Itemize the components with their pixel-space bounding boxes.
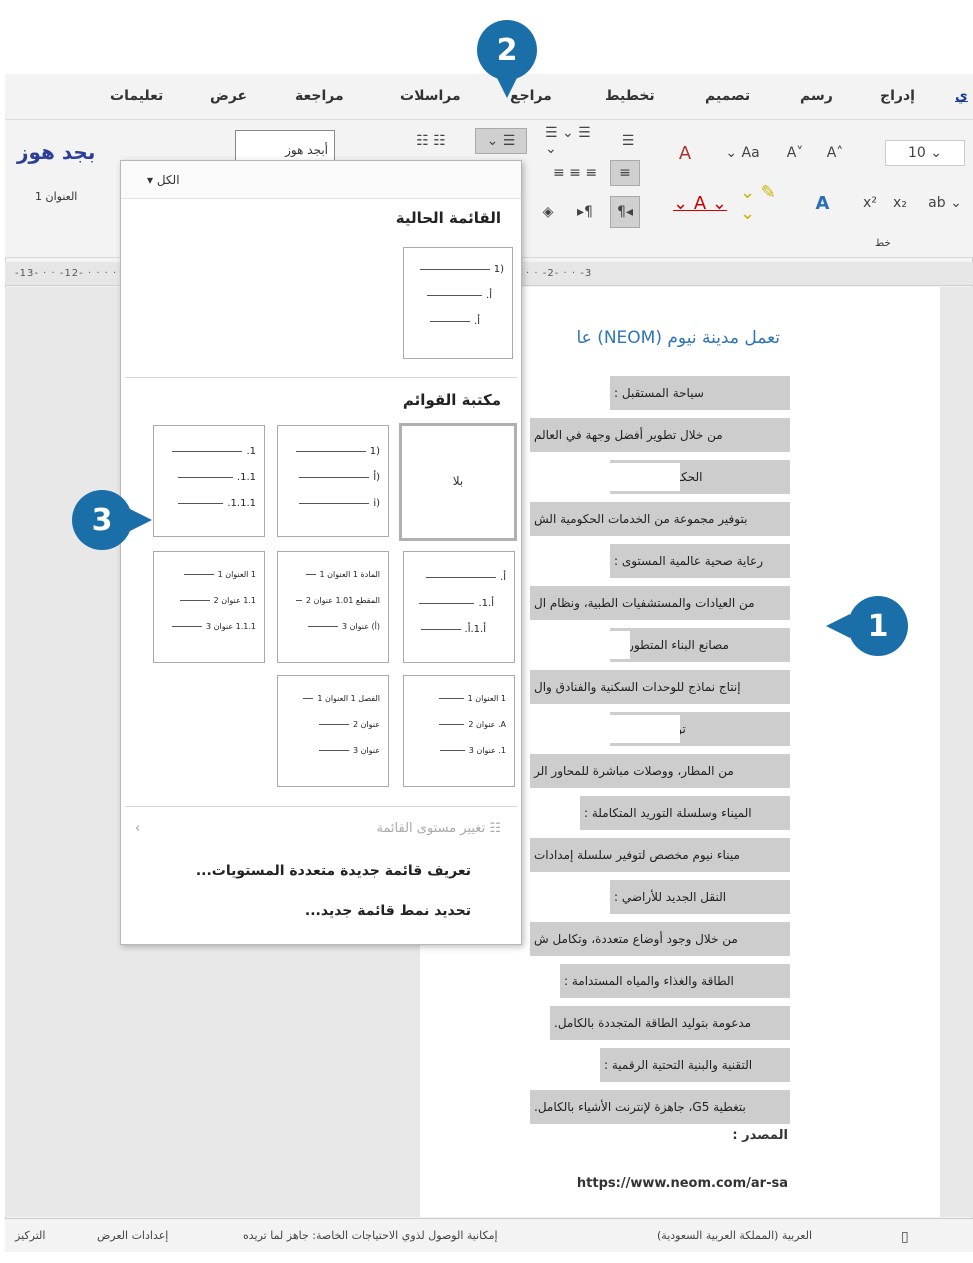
clear-format-icon[interactable]: A [665, 140, 705, 166]
list-thumb-arabic[interactable]: أ. أ.1. أ.1.أ. [403, 551, 515, 663]
book-icon[interactable]: ▯ [901, 1229, 909, 1245]
strikethrough-icon[interactable]: ab ⌄ [925, 190, 965, 216]
callout-3: 3 [72, 490, 152, 550]
status-accessibility[interactable]: إمكانية الوصول لذوي الاحتياجات الخاصة: ج… [243, 1229, 498, 1242]
document-line[interactable]: مصانع البناء المتطورة : [610, 628, 790, 662]
document-line[interactable]: بتوفير مجموعة من الخدمات الحكومية الش [530, 502, 790, 536]
align-icons[interactable]: ≡ ≡ ≡ [545, 160, 605, 186]
document-line[interactable]: التقنية والبنية التحتية الرقمية : [600, 1048, 790, 1082]
style-preview-1[interactable]: بجد هوز [17, 140, 95, 164]
text-effects-icon[interactable]: A [805, 190, 840, 216]
style-caption: العنوان 1 [35, 190, 78, 203]
subscript-icon[interactable]: x₂ [885, 190, 915, 216]
document-line[interactable]: من خلال وجود أوضاع متعددة، وتكامل ش [530, 922, 790, 956]
define-multilevel-list[interactable]: تعريف قائمة جديدة متعددة المستويات... [196, 863, 471, 879]
document-line[interactable]: بتغطية G5، جاهزة لإنترنت الأشياء بالكامل… [530, 1090, 790, 1124]
source-label: المصدر : [732, 1128, 788, 1143]
document-line[interactable]: إنتاج نماذج للوحدات السكنية والفنادق وال [530, 670, 790, 704]
tab-draw[interactable]: رسم [800, 88, 833, 104]
blank-space [520, 715, 680, 743]
blank-space [520, 547, 610, 575]
group-font-label: خط [875, 238, 891, 249]
status-bar: ▯ العربية (المملكة العربية السعودية) إمك… [5, 1218, 973, 1252]
filter-dropdown[interactable]: ▾ الكل [147, 173, 180, 187]
blank-space [520, 883, 600, 911]
document-line[interactable]: من العيادات والمستشفيات الطبية، ونظام ال [530, 586, 790, 620]
list-library-title: مكتبة القوائم [402, 391, 501, 409]
document-heading[interactable]: تعمل مدينة نيوم (NEOM) عا [576, 328, 780, 348]
tab-review[interactable]: مراجعة [295, 88, 344, 104]
change-case-icon[interactable]: ⌄ Aa [715, 140, 770, 166]
change-list-level: ☷ تغيير مستوى القائمة [376, 821, 501, 836]
list-none-label: بلا [452, 474, 464, 488]
list-thumb-paren[interactable]: (1 (أ (i [277, 425, 389, 537]
tab-view[interactable]: عرض [210, 88, 247, 104]
callout-1: 1 [826, 596, 908, 656]
blank-space [520, 463, 680, 491]
ltr-direction-icon[interactable]: ▸¶ [570, 196, 600, 228]
shrink-font-icon[interactable]: A˅ [780, 140, 810, 166]
tab-design[interactable]: تصميم [705, 88, 750, 104]
document-line[interactable]: من المطار، ووصلات مباشرة للمحاور الر [530, 754, 790, 788]
tab-home[interactable]: ي [955, 88, 968, 104]
tab-insert[interactable]: إدراج [880, 88, 915, 104]
document-line[interactable]: الطاقة والغذاء والمياه المستدامة : [560, 964, 790, 998]
document-line[interactable]: رعاية صحية عالمية المستوى : [610, 544, 790, 578]
status-focus[interactable]: التركيز [15, 1229, 45, 1242]
list-thumb-decimal[interactable]: 1. 1.1. 1.1.1. [153, 425, 265, 537]
grow-font-icon[interactable]: A˄ [815, 140, 855, 166]
filter-label: الكل [156, 173, 180, 187]
list-thumb-heading-alpha[interactable]: 1 العنوان 1 A. عنوان 2 1. عنوان 3 [403, 675, 515, 787]
document-line[interactable]: مدعومة بتوليد الطاقة المتجددة بالكامل. [550, 1006, 790, 1040]
tab-layout[interactable]: تخطيط [605, 88, 655, 104]
status-display-settings[interactable]: إعدادات العرض [97, 1229, 168, 1242]
blank-space [520, 799, 570, 827]
list-thumb-chapter[interactable]: الفصل 1 العنوان 1 عنوان 2 عنوان 3 [277, 675, 389, 787]
rtl-direction-icon[interactable]: ¶◂ [610, 196, 640, 228]
tab-mailings[interactable]: مراسلات [400, 88, 461, 104]
list-thumb-article[interactable]: المادة 1 العنوان 1 المقطع 1.01 عنوان 2 (… [277, 551, 389, 663]
document-line[interactable]: النقل الجديد للأراضي : [610, 880, 790, 914]
ribbon-tabs: ي إدراج رسم تصميم تخطيط مراجع مراسلات مر… [5, 74, 973, 120]
tab-help[interactable]: تعليمات [110, 88, 163, 104]
shading-icon[interactable]: ◈ [533, 196, 563, 228]
document-line[interactable]: الميناء وسلسلة التوريد المتكاملة : [580, 796, 790, 830]
list-none[interactable]: بلا [399, 423, 517, 541]
numbering-icon[interactable]: ☰ [615, 128, 641, 154]
document-line[interactable]: سياحة المستقبل : [610, 376, 790, 410]
callout-2: 2 [477, 20, 537, 98]
chevron-left-icon: ‹ [135, 821, 141, 836]
document-line[interactable]: من خلال تطوير أفضل وجهة في العالم [530, 418, 790, 452]
multilevel-list-button[interactable]: ⌄ ☰ [475, 128, 527, 154]
current-list-title: القائمة الحالية [395, 209, 501, 227]
blank-space [520, 631, 630, 659]
separator [125, 806, 517, 807]
document-line[interactable]: ميناء نيوم مخصص لتوفير سلسلة إمدادات [530, 838, 790, 872]
separator [125, 377, 517, 378]
indent-buttons[interactable]: ☷ ☷ [397, 128, 465, 154]
callout-2-label: 2 [496, 32, 518, 68]
callout-1-label: 1 [867, 608, 889, 644]
font-size-value: 10 [907, 145, 926, 161]
current-list-thumb[interactable]: (1 أ. أ. [403, 247, 513, 359]
bullets-icon[interactable]: ☰ ⌄ ☰ ⌄ [545, 125, 605, 157]
align-right-icon[interactable]: ≡ [610, 160, 640, 186]
superscript-icon[interactable]: x² [855, 190, 885, 216]
font-color-icon[interactable]: ⌄ A ⌄ [670, 190, 730, 216]
font-size-select[interactable]: 10 ⌄ [885, 140, 965, 166]
source-url[interactable]: https://www.neom.com/ar-sa [577, 1176, 788, 1191]
highlight-color-icon[interactable]: ⌄ ✎ ⌄ [740, 182, 795, 224]
define-list-style[interactable]: تحديد نمط قائمة جديد... [305, 903, 471, 919]
list-thumb-heading[interactable]: 1 العنوان 1 1.1 عنوان 2 1.1.1 عنوان 3 [153, 551, 265, 663]
status-language[interactable]: العربية (المملكة العربية السعودية) [657, 1229, 812, 1242]
multilevel-list-dropdown: ▾ الكل القائمة الحالية (1 أ. أ. مكتبة ال… [120, 160, 522, 945]
dropdown-header: ▾ الكل [121, 161, 521, 199]
callout-3-label: 3 [91, 502, 113, 538]
